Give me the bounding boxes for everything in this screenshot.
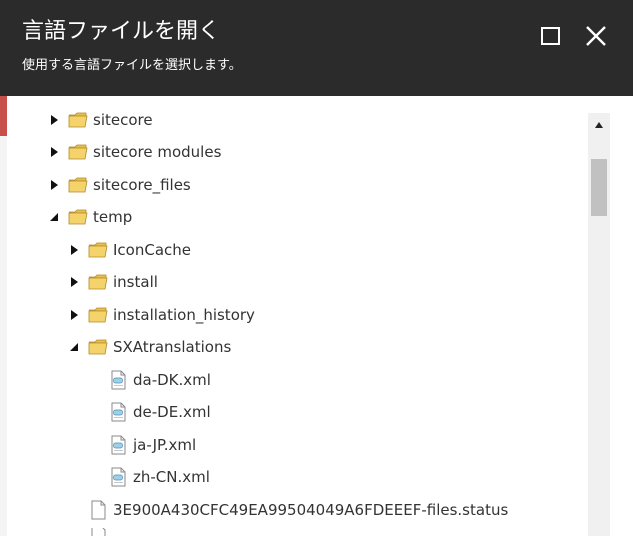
tree-item-iconcache[interactable]: IconCache [67,238,191,262]
folder-icon [67,110,89,130]
tree-item-installation-history[interactable]: installation_history [67,303,255,327]
scroll-up-arrow-icon [595,122,603,128]
tree-item-install[interactable]: install [67,270,158,294]
tree-item-label: install [113,273,158,291]
tree-item-temp[interactable]: temp [47,205,132,229]
vertical-scrollbar[interactable] [588,113,610,536]
tree-item-label: ja-JP.xml [133,436,197,454]
xml-file-icon [107,370,129,390]
expand-arrow-icon[interactable] [47,178,61,192]
tree-item-label: de-DE.xml [133,403,211,421]
collapse-arrow-icon[interactable] [67,340,81,354]
maximize-button[interactable] [537,22,565,50]
xml-file-icon [107,402,129,422]
file-tree: sitecore sitecore modules sitecore_files… [7,96,587,536]
tree-item-partial[interactable] [87,528,113,536]
tree-item-label: zh-CN.xml [133,468,210,486]
tree-item-ja-jp-xml[interactable]: ja-JP.xml [87,433,196,457]
close-button[interactable] [582,22,610,50]
tree-item-de-de-xml[interactable]: de-DE.xml [87,400,211,424]
tree-item-sitecore[interactable]: sitecore [47,108,153,132]
expand-arrow-icon[interactable] [67,275,81,289]
folder-icon [67,142,89,162]
xml-file-icon [107,435,129,455]
tree-item-files-status[interactable]: 3E900A430CFC49EA99504049A6FDEEEF-files.s… [67,498,508,522]
file-icon [87,528,109,536]
expand-arrow-icon[interactable] [67,243,81,257]
folder-icon [87,240,109,260]
expand-arrow-icon[interactable] [67,308,81,322]
tree-item-da-dk-xml[interactable]: da-DK.xml [87,368,211,392]
scroll-thumb[interactable] [591,159,607,216]
close-icon [586,26,606,46]
dialog-title: 言語ファイルを開く [22,19,221,44]
tree-item-label: SXAtranslations [113,338,232,356]
tree-item-sitecore-files[interactable]: sitecore_files [47,173,191,197]
tree-item-label: installation_history [113,306,255,324]
tree-item-sxatranslations[interactable]: SXAtranslations [67,335,231,359]
maximize-icon [541,27,560,45]
dialog-subtitle: 使用する言語ファイルを選択します。 [22,58,242,73]
expand-arrow-icon[interactable] [47,145,61,159]
file-icon [87,500,109,520]
folder-icon [87,305,109,325]
tree-item-label: da-DK.xml [133,371,211,389]
tree-item-label: temp [93,208,133,226]
collapse-arrow-icon[interactable] [47,210,61,224]
folder-icon [67,175,89,195]
background-accent-stripe [0,96,7,136]
tree-item-label: IconCache [113,241,192,259]
background-panel-edge [0,136,7,536]
folder-icon [87,272,109,292]
tree-item-zh-cn-xml[interactable]: zh-CN.xml [87,465,210,489]
folder-icon [67,207,89,227]
expand-arrow-icon[interactable] [47,113,61,127]
tree-item-label: 3E900A430CFC49EA99504049A6FDEEEF-files.s… [113,501,509,519]
tree-item-label: sitecore_files [93,176,191,194]
dialog-header: 言語ファイルを開く 使用する言語ファイルを選択します。 [0,0,633,96]
tree-item-label: sitecore modules [93,143,222,161]
xml-file-icon [107,467,129,487]
folder-icon [87,337,109,357]
tree-item-label: sitecore [93,111,153,129]
tree-item-sitecore-modules[interactable]: sitecore modules [47,140,221,164]
scroll-up-button[interactable] [588,113,610,137]
